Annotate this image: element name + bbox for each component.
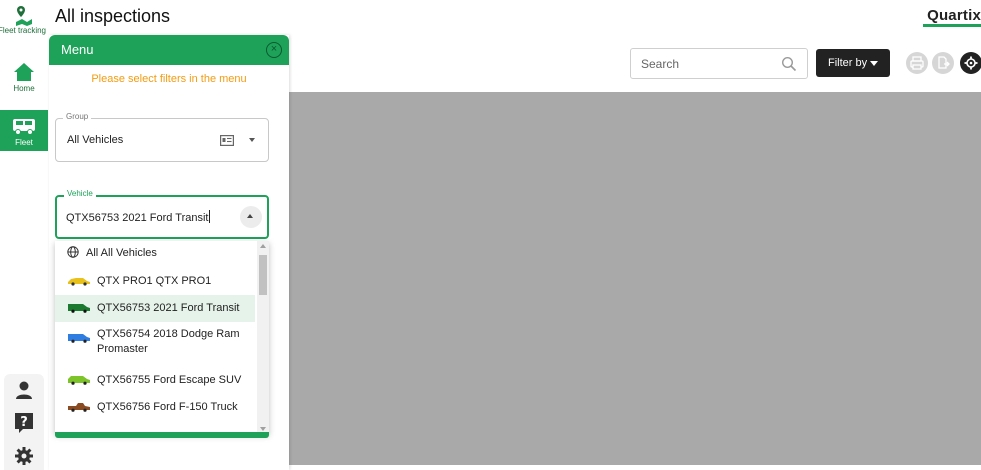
brand-label: Fleet tracking [0, 26, 47, 35]
option-label: QTX PRO1 QTX PRO1 [97, 275, 212, 287]
vehicle-options: All All Vehicles QTX PRO1 QTX PRO1 QTX56… [55, 241, 255, 421]
rail-item-home[interactable]: Home [0, 60, 48, 100]
option-label: QTX56754 2018 Dodge Ram Promaster [97, 328, 240, 355]
help-icon[interactable]: ? [14, 412, 34, 434]
filter-by-button[interactable]: Filter by [816, 49, 890, 77]
list-item[interactable]: QTX PRO1 QTX PRO1 [55, 268, 255, 295]
content-area [288, 92, 981, 465]
list-item[interactable]: QTX56754 2018 Dodge Ram Promaster [55, 322, 255, 367]
id-card-icon[interactable] [220, 135, 234, 146]
vehicle-value: QTX56753 2021 Ford Transit [66, 212, 209, 224]
export-button[interactable] [932, 52, 954, 74]
globe-icon [67, 246, 79, 258]
page-title: All inspections [55, 6, 171, 26]
group-select[interactable]: Group All Vehicles [55, 112, 269, 162]
rail-bottom-tools: ? [4, 374, 44, 470]
vehicle-dropdown: All All Vehicles QTX PRO1 QTX PRO1 QTX56… [55, 241, 269, 434]
option-label: QTX56755 Ford Escape SUV [97, 374, 242, 386]
chevron-down-icon [870, 61, 878, 66]
export-icon [938, 56, 950, 69]
menu-header: Menu × [49, 35, 289, 65]
search-box[interactable] [630, 48, 808, 79]
blue-van-icon [68, 334, 90, 343]
settings-button[interactable] [960, 52, 981, 74]
map-pin-icon [16, 6, 32, 26]
close-icon[interactable]: × [266, 42, 282, 58]
dropdown-scrollbar[interactable] [257, 241, 269, 434]
group-value: All Vehicles [67, 134, 124, 146]
search-icon[interactable] [781, 56, 797, 72]
user-icon[interactable] [14, 380, 34, 400]
list-item[interactable]: QTX56755 Ford Escape SUV [55, 367, 255, 394]
scroll-down-icon[interactable] [260, 427, 266, 431]
rail-item-label: Fleet [15, 138, 33, 147]
settings-icon [964, 56, 978, 70]
dropdown-bottom-edge [55, 432, 269, 438]
print-button[interactable] [906, 52, 928, 74]
list-item[interactable]: QTX56756 Ford F-150 Truck [55, 394, 255, 421]
rail-item-fleet[interactable]: Fleet [0, 110, 48, 151]
menu-title: Menu [61, 42, 94, 57]
vehicle-select[interactable]: Vehicle QTX56753 2021 Ford Transit [55, 189, 269, 239]
text-cursor [209, 210, 211, 223]
side-rail: Fleet tracking Home Fleet ? [0, 0, 48, 470]
option-label: QTX56753 2021 Ford Transit [97, 302, 240, 314]
van-icon [13, 119, 35, 135]
list-item-selected[interactable]: QTX56753 2021 Ford Transit [55, 295, 255, 322]
chevron-down-icon[interactable] [249, 138, 255, 142]
option-label: All All Vehicles [86, 247, 157, 259]
vehicle-legend: Vehicle [64, 189, 96, 198]
vehicle-input[interactable]: QTX56753 2021 Ford Transit [66, 210, 211, 224]
gear-icon[interactable] [14, 446, 34, 466]
lime-suv-icon [68, 376, 90, 385]
filter-by-label: Filter by [828, 57, 868, 69]
scrollbar-thumb[interactable] [259, 255, 267, 295]
brown-truck-icon [68, 403, 90, 412]
print-icon [910, 56, 924, 70]
filter-hint: Please select filters in the menu [91, 73, 247, 85]
fleet-tracking-brand[interactable]: Fleet tracking [0, 4, 48, 44]
green-van-icon [68, 304, 90, 313]
search-input[interactable] [631, 49, 771, 78]
home-icon [14, 63, 34, 81]
rail-item-label: Home [13, 84, 35, 93]
yellow-car-icon [68, 278, 90, 286]
list-item[interactable]: All All Vehicles [55, 241, 255, 268]
scroll-up-icon[interactable] [260, 244, 266, 248]
quartix-logo: Quartix [927, 7, 981, 24]
logo-underline [923, 24, 981, 27]
group-legend: Group [63, 112, 92, 121]
filter-menu-panel: Menu × Please select filters in the menu… [49, 35, 289, 470]
option-label: QTX56756 Ford F-150 Truck [97, 401, 238, 413]
chevron-up-icon[interactable] [240, 206, 262, 228]
svg-text:?: ? [20, 415, 28, 430]
